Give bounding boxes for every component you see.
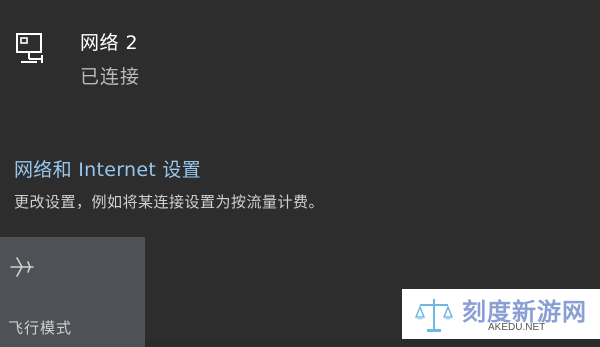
ethernet-computer-icon bbox=[16, 33, 43, 63]
scale-logo-icon bbox=[414, 299, 454, 332]
network-status: 已连接 bbox=[80, 66, 141, 88]
airplane-icon bbox=[10, 257, 34, 277]
airplane-mode-toggle[interactable]: 飞行模式 bbox=[0, 237, 145, 347]
network-connection-item[interactable]: 网络 2 已连接 bbox=[0, 0, 600, 110]
network-flyout: 网络 2 已连接 网络和 Internet 设置 更改设置，例如将某连接设置为按… bbox=[0, 0, 600, 347]
network-settings-link[interactable]: 网络和 Internet 设置 bbox=[14, 155, 201, 182]
network-name: 网络 2 bbox=[80, 32, 139, 54]
site-watermark: 刻度新游网 AKEDU.NET bbox=[402, 289, 600, 339]
watermark-domain: AKEDU.NET bbox=[488, 322, 546, 333]
airplane-mode-label: 飞行模式 bbox=[8, 319, 73, 337]
network-settings-description: 更改设置，例如将某连接设置为按流量计费。 bbox=[14, 193, 325, 211]
